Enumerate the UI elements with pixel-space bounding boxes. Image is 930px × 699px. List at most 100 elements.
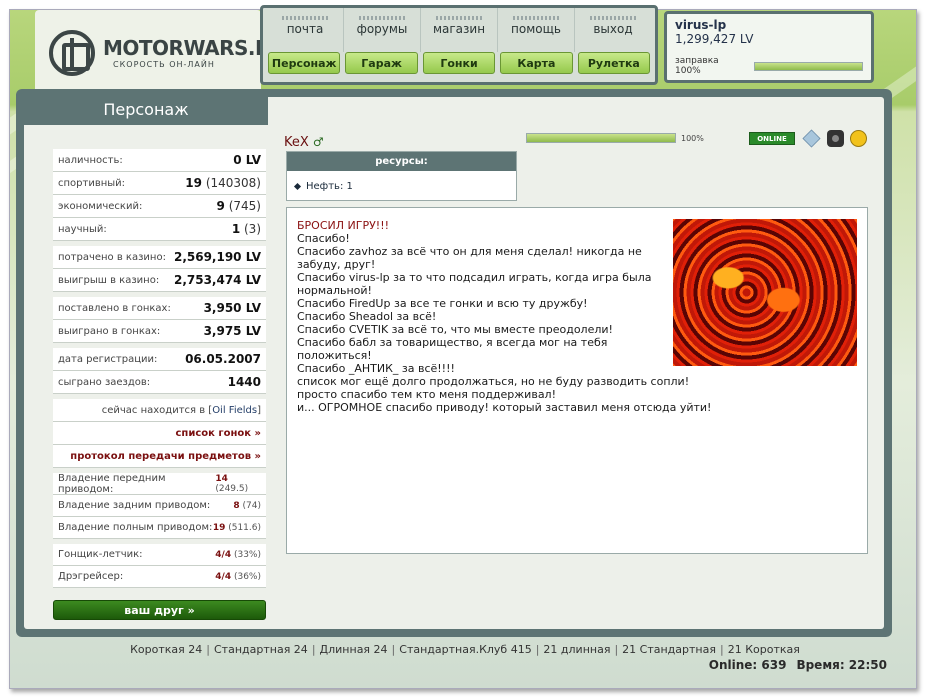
location-link[interactable]: Oil Fields xyxy=(212,405,257,416)
stat-label: наличность: xyxy=(58,154,123,166)
nav-character-button[interactable]: Персонаж xyxy=(268,52,341,74)
logo-text: MOTORWARS.RU СКОРОСТЬ ОН-ЛАЙН xyxy=(103,36,286,69)
stat-label: Дрэгрейсер: xyxy=(58,571,124,582)
titles-group: Гонщик-летчик: 4/4 (33%) Дрэгрейсер: 4/4… xyxy=(53,544,266,588)
stat-label: потрачено в казино: xyxy=(58,251,166,263)
stat-label: Гонщик-летчик: xyxy=(58,549,143,560)
online-count: Online: 639 xyxy=(708,658,787,672)
logo-emblem-icon xyxy=(49,29,95,76)
nav-shop[interactable]: магазин xyxy=(421,8,498,52)
footer-link[interactable]: Стандартная.Клуб 415 xyxy=(399,643,531,656)
stat-value: 06.05.2007 xyxy=(185,352,261,366)
fuel-label: заправка 100% xyxy=(675,56,719,76)
drive-group: Владение передним приводом: 14 (249.5) В… xyxy=(53,473,266,539)
stat-label: Владение полным приводом: xyxy=(58,522,213,533)
nav-mail[interactable]: почта xyxy=(267,8,344,52)
main-nav: почта форумы магазин помощь выход Персон… xyxy=(260,5,658,85)
nav-garage-button[interactable]: Гараж xyxy=(345,52,418,74)
stat-row: сыграно заездов: 1440 xyxy=(53,371,266,394)
footer-link[interactable]: Короткая 24 xyxy=(130,643,202,656)
stat-row: потрачено в казино: 2,569,190 LV xyxy=(53,246,266,269)
add-friend-button[interactable]: ваш друг » xyxy=(53,600,266,620)
stat-value: 14 (249.5) xyxy=(215,473,249,494)
nav-help[interactable]: помощь xyxy=(498,8,575,52)
message-paragraph: Спасибо FiredUp за все те гонки и всю ту… xyxy=(297,297,588,310)
nav-logout[interactable]: выход xyxy=(575,8,651,52)
footer-link[interactable]: 21 Стандартная xyxy=(622,643,716,656)
casino-group: потрачено в казино: 2,569,190 LV выигрыш… xyxy=(53,246,266,292)
nav-buttons: Персонаж Гараж Гонки Карта Рулетка xyxy=(263,52,655,74)
footer-link[interactable]: Длинная 24 xyxy=(320,643,388,656)
race-list-link[interactable]: список гонок » xyxy=(53,422,266,445)
site-logo[interactable]: MOTORWARS.RU СКОРОСТЬ ОН-ЛАЙН xyxy=(35,10,286,95)
footer-link[interactable]: 21 Короткая xyxy=(728,643,800,656)
nav-races-button[interactable]: Гонки xyxy=(422,52,496,74)
stat-label: сыграно заездов: xyxy=(58,376,151,388)
main-panel-inner: Персонаж наличность: 0 LV спортивный: 19… xyxy=(24,97,884,629)
stat-value: 0 LV xyxy=(233,153,261,167)
user-name[interactable]: virus-lp xyxy=(675,18,863,32)
races-group: поставлено в гонках: 3,950 LV выиграно в… xyxy=(53,297,266,343)
profile-text-panel: БРОСИЛ ИГРУ!!! Спасибо! Спасибо zavhoz з… xyxy=(286,207,868,554)
fuel-bar xyxy=(753,61,863,71)
stat-label: научный: xyxy=(58,223,107,235)
stat-row: выигрыш в казино: 2,753,474 LV xyxy=(53,269,266,292)
fuel-row: заправка 100% xyxy=(675,56,863,76)
stat-value: 4/4 (33%) xyxy=(215,549,261,560)
character-name-text: KeX xyxy=(284,135,309,150)
stat-value: 2,569,190 LV xyxy=(173,250,261,264)
stat-value: 19 (511.6) xyxy=(212,522,261,533)
character-name: KeX ♂ xyxy=(284,135,324,150)
stat-row: экономический: 9 (745) xyxy=(53,195,266,218)
footer-link[interactable]: 21 длинная xyxy=(543,643,610,656)
character-stats: наличность: 0 LV спортивный: 19 (140308)… xyxy=(53,149,266,620)
nav-roulette-button[interactable]: Рулетка xyxy=(577,52,651,74)
stat-label: поставлено в гонках: xyxy=(58,302,171,314)
smiley-icon[interactable] xyxy=(850,130,867,147)
resource-item: Нефть: 1 xyxy=(287,171,516,202)
user-money: 1,299,427 LV xyxy=(675,32,754,46)
diamond-icon[interactable] xyxy=(802,129,821,148)
stat-row: Гонщик-летчик: 4/4 (33%) xyxy=(53,544,266,566)
stat-label: выигрыш в казино: xyxy=(58,274,160,286)
footer-status: Online: 639 Время: 22:50 xyxy=(709,658,887,672)
transfer-log-link[interactable]: протокол передачи предметов » xyxy=(53,445,266,468)
stat-value: 19 (140308) xyxy=(185,176,261,190)
nav-map-button[interactable]: Карта xyxy=(500,52,573,74)
message-paragraph: Спасибо Sheadol за всё! xyxy=(297,310,437,323)
stat-label: дата регистрации: xyxy=(58,353,158,365)
stat-row: спортивный: 19 (140308) xyxy=(53,172,266,195)
user-box: virus-lp 1,299,427 LV заправка 100% xyxy=(664,11,874,83)
message-paragraph: Спасибо virus-lp за то что подсадил игра… xyxy=(297,271,652,297)
stat-value: 9 (745) xyxy=(216,199,261,213)
character-progress: 100% xyxy=(526,133,704,143)
stat-label: Владение передним приводом: xyxy=(58,472,166,495)
stat-value: 1440 xyxy=(227,375,261,389)
stat-label: Владение задним приводом: xyxy=(58,500,211,511)
progress-bar-fill xyxy=(527,134,675,142)
message-paragraph: Спасибо CVETIK за всё то, что мы вместе … xyxy=(297,323,613,336)
message-paragraph: Спасибо zavhoz за всё что он для меня сд… xyxy=(297,245,642,271)
message-paragraph: Спасибо _АНТИК_ за всё!!!! xyxy=(297,362,455,375)
stat-row: Владение передним приводом: 14 (249.5) xyxy=(53,473,266,495)
stat-row: выиграно в гонках: 3,975 LV xyxy=(53,320,266,343)
nav-forums[interactable]: форумы xyxy=(344,8,421,52)
progress-bar xyxy=(526,133,676,143)
stat-row: научный: 1 (3) xyxy=(53,218,266,241)
male-icon: ♂ xyxy=(312,135,324,149)
nav-top-links: почта форумы магазин помощь выход xyxy=(263,8,655,52)
main-panel: Персонаж наличность: 0 LV спортивный: 19… xyxy=(16,89,892,637)
location-row: сейчас находится в [Oil Fields] xyxy=(53,399,266,422)
stat-value: 1 (3) xyxy=(231,222,261,236)
footer-link[interactable]: Стандартная 24 xyxy=(214,643,308,656)
camera-icon[interactable] xyxy=(827,130,844,147)
message-closing: список мог ещё долго продолжаться, но не… xyxy=(297,375,712,414)
stat-value: 3,975 LV xyxy=(203,324,261,338)
stat-value: 8 (74) xyxy=(233,500,261,511)
resources-box: ресурсы: Нефть: 1 xyxy=(286,151,517,201)
stat-row: Владение полным приводом: 19 (511.6) xyxy=(53,517,266,539)
stat-label: экономический: xyxy=(58,200,143,212)
message-paragraph: Спасибо бабл за товарищество, я всегда м… xyxy=(297,336,608,362)
stat-row: Владение задним приводом: 8 (74) xyxy=(53,495,266,517)
location-links-group: сейчас находится в [Oil Fields] список г… xyxy=(53,399,266,468)
